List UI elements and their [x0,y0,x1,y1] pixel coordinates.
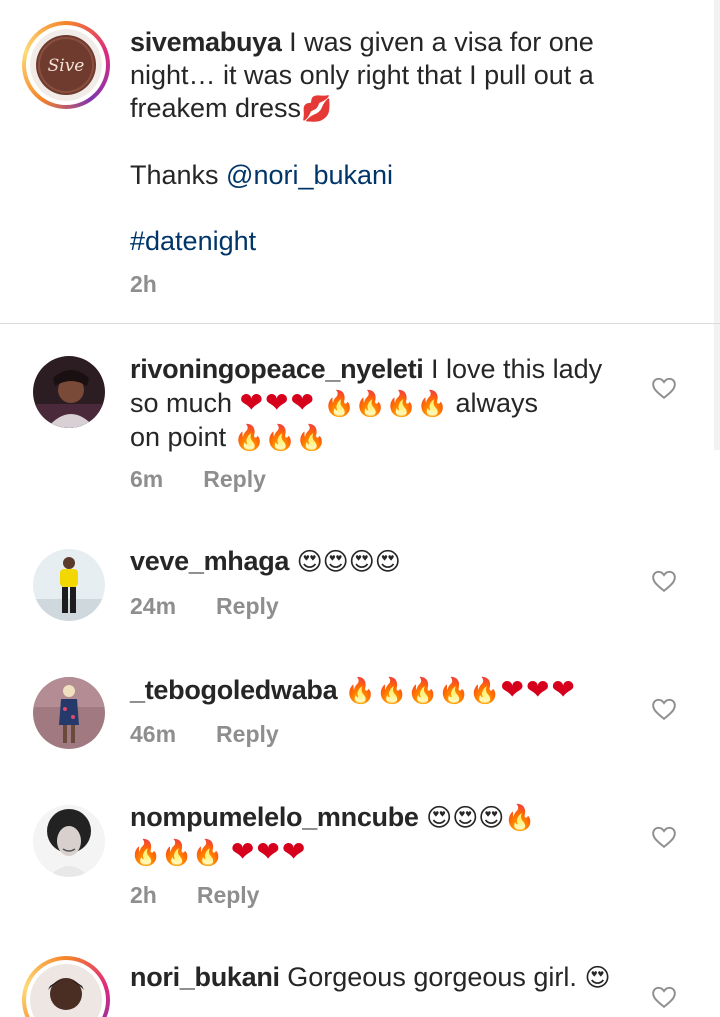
like-comment-heart-icon[interactable] [651,984,677,1010]
thanks-text: Thanks [130,160,227,190]
sive-logo-avatar: Sive [30,29,102,101]
caption-timestamp: 2h [130,271,157,297]
comment-timestamp: 2h [130,882,157,908]
avatar[interactable] [33,549,105,621]
comments-screen: Sive sivemabuya I was given a visa for o… [0,0,720,1017]
comment-meta: 2h Reply [130,882,259,909]
kiss-emoji: 💋 [301,95,333,123]
mention-link[interactable]: @nori_bukani [226,160,393,190]
comment-text: _tebogoledwaba 🔥🔥🔥🔥🔥❤❤❤ [130,673,577,708]
post-caption: Sive sivemabuya I was given a visa for o… [0,0,720,323]
caption-line-1: I was given a visa for one [289,27,594,57]
comment-line-2-tail: always [455,388,539,418]
comment-username[interactable]: veve_mhaga [130,546,289,576]
fire-emoji: 🔥🔥🔥 [233,424,327,452]
comment-timestamp: 24m [130,593,177,619]
like-comment-heart-icon[interactable] [651,696,677,722]
comment-body: Gorgeous gorgeous girl. [287,962,577,992]
comment-timestamp: 46m [130,721,177,747]
comment-meta: 46m Reply [130,721,279,748]
fire-emoji: 🔥🔥🔥🔥🔥 [344,677,501,705]
red-hearts-emoji: ❤❤❤ [230,836,308,867]
heart-eyes-emoji: 😍 [584,964,611,992]
reply-button[interactable]: Reply [197,882,260,908]
avatar[interactable] [33,677,105,749]
profile-photo [33,356,105,428]
caption-line-2: night… it was only right that I pull out… [130,60,594,90]
avatar[interactable]: Sive [30,29,102,101]
comment-line-2: so much [130,388,233,418]
red-hearts-emoji: ❤❤❤ [239,387,316,418]
comment-line-1: I love this lady [431,354,603,384]
reply-button[interactable]: Reply [216,593,279,619]
comment-meta: 24m Reply [130,593,279,620]
like-comment-heart-icon[interactable] [651,375,677,401]
comment-username[interactable]: rivoningopeace_nyeleti [130,354,424,384]
comment-line-3: on point [130,422,227,452]
caption-line-3: freakem dress [130,93,302,123]
avatar[interactable] [33,805,105,877]
comment-username[interactable]: nompumelelo_mncube [130,802,419,832]
comment-timestamp: 6m [130,466,164,492]
comment-text: rivoningopeace_nyeleti I love this lady … [130,353,602,455]
reply-button[interactable]: Reply [203,466,266,492]
heart-eyes-emoji: 😍😍😍😍 [296,548,401,576]
fire-emoji: 🔥🔥🔥🔥 [323,390,448,418]
caption-username[interactable]: sivemabuya [130,27,282,57]
caption-text: sivemabuya I was given a visa for one ni… [130,26,594,258]
reply-button[interactable]: Reply [216,721,279,747]
comment-text: nori_bukani Gorgeous gorgeous girl. 😍 [130,961,611,995]
comment-meta: 6m Reply [130,466,266,493]
avatar[interactable] [33,356,105,428]
caption-meta: 2h [130,271,157,298]
like-comment-heart-icon[interactable] [651,568,677,594]
comment-username[interactable]: nori_bukani [130,962,280,992]
profile-photo [33,549,105,621]
hashtag-link[interactable]: #datenight [130,225,594,258]
profile-photo [33,805,105,877]
profile-photo [33,677,105,749]
comment-text: veve_mhaga 😍😍😍😍 [130,545,401,579]
comment-text: nompumelelo_mncube 😍😍😍🔥 🔥🔥🔥 ❤❤❤ [130,801,536,870]
comment-username[interactable]: _tebogoledwaba [130,675,338,705]
fire-emoji: 🔥🔥🔥 [130,839,224,867]
heart-eyes-emoji: 😍😍😍🔥 [426,804,536,832]
caption-divider [0,323,720,324]
like-comment-heart-icon[interactable] [651,824,677,850]
red-hearts-emoji: ❤❤❤ [500,674,577,705]
svg-text:Sive: Sive [48,56,85,76]
